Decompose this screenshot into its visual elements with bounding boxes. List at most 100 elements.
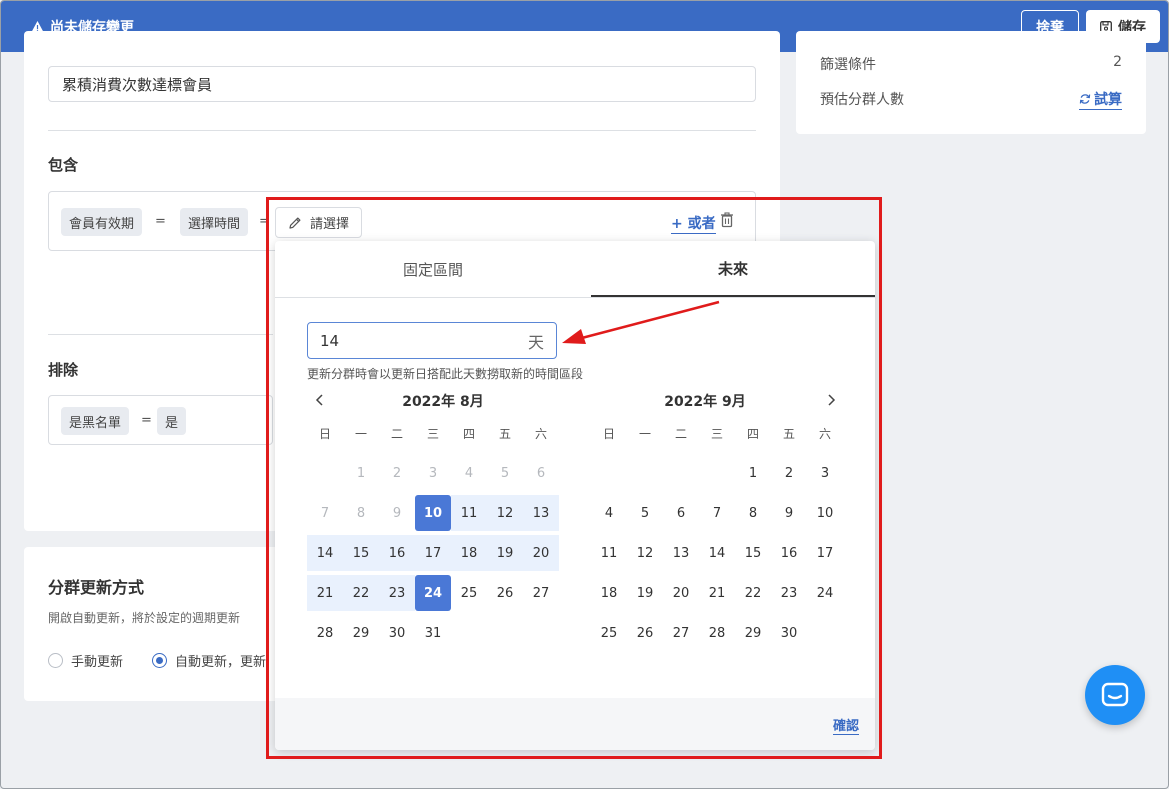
calendar-week: 11 12 13 14 15 16 17 <box>591 533 843 573</box>
calendar-day[interactable]: 18 <box>451 535 487 571</box>
weekday-label: 一 <box>638 426 651 441</box>
calendar-empty-cell <box>487 615 523 651</box>
app-frame: 尚未儲存變更 捨棄 儲存 累積消費次數達標會員 包含 會員有效期 = 選擇時間 … <box>0 0 1169 789</box>
segment-name-input[interactable]: 累積消費次數達標會員 <box>48 66 756 102</box>
calendar-day[interactable]: 3 <box>807 455 843 491</box>
next-month-icon[interactable] <box>826 394 836 406</box>
trash-icon[interactable] <box>720 212 734 228</box>
calendar-day[interactable]: 30 <box>379 615 415 651</box>
choose-date-button[interactable]: 請選擇 <box>275 207 363 238</box>
manual-update-label: 手動更新 <box>71 655 124 670</box>
pencil-icon <box>289 217 301 229</box>
calendar-day[interactable]: 22 <box>343 575 379 611</box>
calendar-day[interactable]: 21 <box>307 575 343 611</box>
weekday-header: 日一二三四五六 <box>307 413 559 453</box>
condition-tag-yes[interactable]: 是 <box>157 407 187 435</box>
calendar-day[interactable]: 11 <box>451 495 487 531</box>
calendar-day[interactable]: 10 <box>807 495 843 531</box>
condition-tag-select-time[interactable]: 選擇時間 <box>180 208 249 236</box>
weekday-label: 二 <box>390 426 403 441</box>
confirm-button[interactable]: 確認 <box>832 715 859 735</box>
calendar-day[interactable]: 9 <box>771 495 807 531</box>
equals-sign: = <box>141 413 152 428</box>
condition-tag-blacklist[interactable]: 是黑名單 <box>61 407 130 435</box>
calendar-day: 7 <box>320 505 330 521</box>
calendar-day[interactable]: 26 <box>487 575 523 611</box>
calendar-empty-cell <box>627 455 663 491</box>
calendar-day[interactable]: 18 <box>591 575 627 611</box>
calendar-day[interactable]: 16 <box>379 535 415 571</box>
calendar-day[interactable]: 27 <box>663 615 699 651</box>
calendar-week: 4 5 6 7 8 9 10 <box>591 493 843 533</box>
calendar-day[interactable]: 6 <box>663 495 699 531</box>
month-title-august: 2022年 8月 <box>402 394 484 410</box>
update-description: 開啟自動更新，將於設定的週期更新 <box>48 611 241 625</box>
exclude-title: 排除 <box>48 361 79 379</box>
calendar-day[interactable]: 19 <box>627 575 663 611</box>
calendar-day[interactable]: 27 <box>523 575 559 611</box>
manual-update-radio[interactable] <box>48 653 63 668</box>
calendar-day[interactable]: 20 <box>523 535 559 571</box>
date-picker-popup: 固定區間 未來 14 天 更新分群時會以更新日搭配此天數撈取新的時間區段 202… <box>275 241 875 750</box>
calendar-day[interactable]: 24 <box>807 575 843 611</box>
calendar-day: 8 <box>356 505 366 521</box>
calendar-week: 123 <box>591 453 843 493</box>
calendar-day[interactable]: 30 <box>771 615 807 651</box>
calendar-day[interactable]: 1 <box>735 455 771 491</box>
tab-future[interactable]: 未來 <box>591 241 875 297</box>
calendar-september: 日一二三四五六 1 2 3 4 5 6 7 8 9 10 11 12 13 14 15 16 17 18 19 20 21… <box>591 413 843 653</box>
calendar-day[interactable]: 11 <box>591 535 627 571</box>
condition-tag-membership[interactable]: 會員有效期 <box>61 208 143 236</box>
calendar-day[interactable]: 22 <box>735 575 771 611</box>
weekday-label: 一 <box>354 426 367 441</box>
calendar-day[interactable]: 25 <box>451 575 487 611</box>
calendar-day[interactable]: 4 <box>591 495 627 531</box>
calendar-day[interactable]: 17 <box>807 535 843 571</box>
weekday-label: 三 <box>710 426 723 441</box>
auto-update-radio[interactable] <box>152 653 167 668</box>
calendar-day[interactable]: 26 <box>627 615 663 651</box>
calendar-day[interactable]: 29 <box>343 615 379 651</box>
calendar-day[interactable]: 24 <box>415 575 451 611</box>
calendar-day[interactable]: 15 <box>343 535 379 571</box>
auto-update-option[interactable]: 自動更新，更新 <box>152 651 266 670</box>
tab-fixed-range[interactable]: 固定區間 <box>275 241 591 297</box>
calendar-day[interactable]: 21 <box>699 575 735 611</box>
calendar-day[interactable]: 12 <box>487 495 523 531</box>
calendar-day[interactable]: 14 <box>699 535 735 571</box>
calendar-day[interactable]: 25 <box>591 615 627 651</box>
calendar-day[interactable]: 10 <box>415 495 451 531</box>
calendar-day[interactable]: 20 <box>663 575 699 611</box>
calendar-day[interactable]: 23 <box>379 575 415 611</box>
calendar-day[interactable]: 7 <box>699 495 735 531</box>
calendar-day[interactable]: 14 <box>307 535 343 571</box>
calendar-day[interactable]: 2 <box>771 455 807 491</box>
chat-icon <box>1101 682 1129 707</box>
calendar-day[interactable]: 8 <box>735 495 771 531</box>
calendar-day[interactable]: 15 <box>735 535 771 571</box>
calendar-day[interactable]: 28 <box>307 615 343 651</box>
calendar-day[interactable]: 12 <box>627 535 663 571</box>
calendar-day[interactable]: 31 <box>415 615 451 651</box>
manual-update-option[interactable]: 手動更新 <box>48 651 123 670</box>
calendar-day[interactable]: 16 <box>771 535 807 571</box>
filter-count-row: 篩選條件 2 <box>820 54 1122 74</box>
calendar-day[interactable]: 5 <box>627 495 663 531</box>
calendar-day[interactable]: 19 <box>487 535 523 571</box>
weekday-label: 二 <box>674 426 687 441</box>
chat-widget-button[interactable] <box>1085 665 1145 725</box>
add-or-condition-link[interactable]: + 或者 <box>671 213 716 234</box>
calendar-day: 2 <box>392 465 402 481</box>
calendar-day[interactable]: 17 <box>415 535 451 571</box>
filter-count: 2 <box>1113 54 1122 70</box>
calendar-day[interactable]: 23 <box>771 575 807 611</box>
calendar-day: 3 <box>428 465 438 481</box>
prev-month-icon[interactable] <box>315 394 325 406</box>
calendar-day[interactable]: 29 <box>735 615 771 651</box>
try-calculate-link[interactable]: 試算 <box>1079 89 1122 110</box>
days-input[interactable]: 14 天 <box>307 322 557 359</box>
calendar-day[interactable]: 13 <box>663 535 699 571</box>
calendar-day[interactable]: 28 <box>699 615 735 651</box>
calendar-week: 7 8 9 10 11 12 13 <box>307 493 559 533</box>
calendar-day[interactable]: 13 <box>523 495 559 531</box>
